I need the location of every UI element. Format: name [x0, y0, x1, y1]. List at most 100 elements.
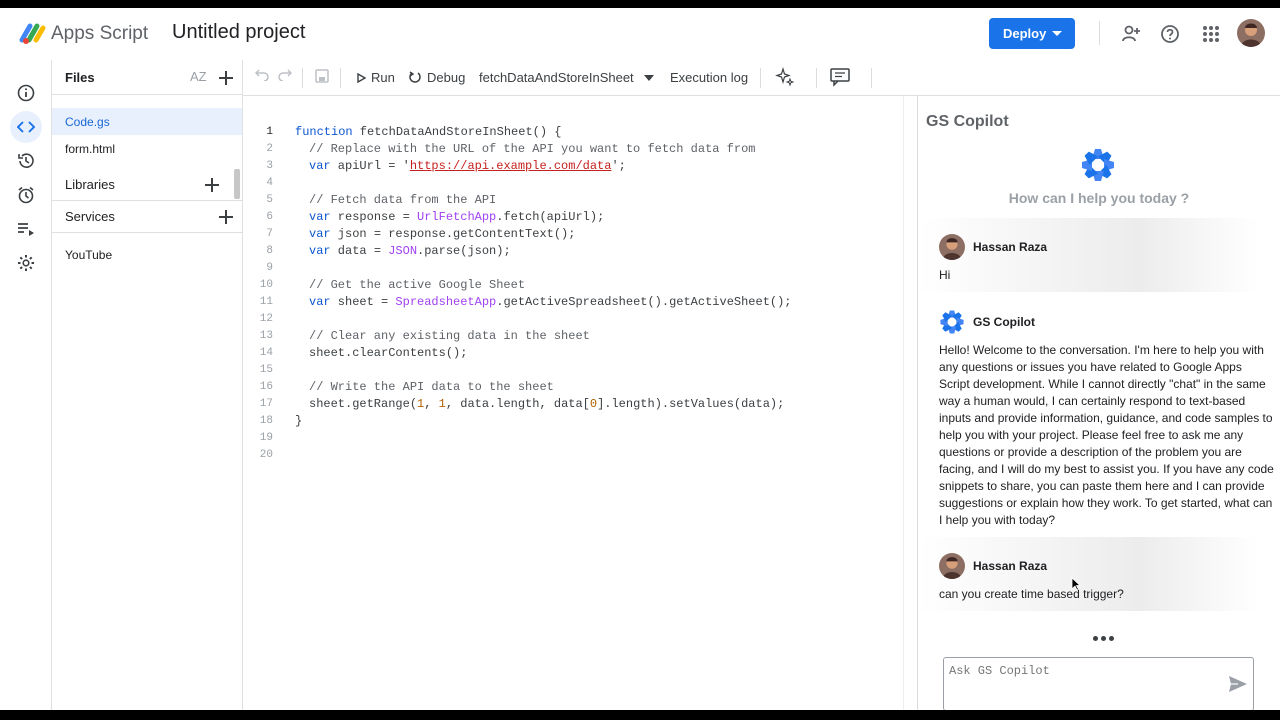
apps-grid-icon[interactable] [1199, 22, 1223, 46]
code-line: 19 [243, 429, 903, 446]
toolbar-divider [340, 68, 341, 88]
code-token[interactable]: https://api.example.com/data [410, 159, 612, 173]
message-author: Hassan Raza [973, 559, 1048, 573]
line-number: 7 [266, 227, 273, 240]
code-line: 2 // Replace with the URL of the API you … [243, 140, 903, 157]
line-number: 17 [259, 397, 273, 410]
triggers-icon[interactable] [10, 179, 42, 211]
code-token: var [309, 158, 331, 173]
toolbar-divider [760, 68, 761, 88]
undo-icon[interactable] [255, 69, 269, 81]
history-icon[interactable] [10, 145, 42, 177]
debug-button[interactable]: Debug [409, 70, 465, 85]
message-author: Hassan Raza [973, 240, 1048, 254]
code-token: var [309, 226, 331, 241]
chevron-down-icon [1052, 31, 1062, 36]
line-number: 4 [266, 176, 273, 189]
account-avatar[interactable] [1237, 19, 1265, 47]
execution-log-button[interactable]: Execution log [670, 70, 748, 85]
mouse-cursor-icon [1071, 577, 1081, 591]
info-icon[interactable] [10, 77, 42, 109]
code-token: // Fetch data from the API [309, 192, 497, 207]
file-item-code-gs[interactable]: Code.gs [52, 108, 242, 135]
help-icon[interactable] [1158, 22, 1182, 46]
line-number: 10 [259, 278, 273, 291]
code-token: response = [330, 209, 418, 224]
code-token: UrlFetchApp [417, 209, 497, 224]
code-token: sheet.clearContents(); [309, 345, 468, 360]
code-line: 12 [243, 310, 903, 327]
code-line: 10 // Get the active Google Sheet [243, 276, 903, 293]
code-line: 15 [243, 361, 903, 378]
message-header: GS Copilot [939, 309, 1259, 335]
add-service-icon[interactable] [219, 210, 233, 224]
code-token: 0 [589, 396, 598, 411]
code-token: .getActiveSpreadsheet().getActiveSheet()… [496, 294, 792, 309]
apps-script-logo [19, 23, 46, 44]
service-item-youtube[interactable]: YouTube [65, 248, 112, 262]
message-text: Hello! Welcome to the conversation. I'm … [939, 343, 1274, 527]
editor-toolbar: Run Debug fetchDataAndStoreInSheet Execu… [243, 60, 1280, 96]
code-line: 13 // Clear any existing data in the shee… [243, 327, 903, 344]
add-library-icon[interactable] [205, 178, 219, 192]
code-editor[interactable]: 1 function fetchDataAndStoreInSheet() { 2… [243, 96, 917, 710]
code-token: var [309, 209, 331, 224]
code-token: , data.length, data[ [445, 396, 590, 411]
deploy-button[interactable]: Deploy [989, 18, 1075, 49]
save-icon[interactable] [315, 69, 329, 83]
files-scrollbar[interactable] [234, 169, 240, 199]
code-line: 16 // Write the API data to the sheet [243, 378, 903, 395]
copilot-input[interactable] [943, 657, 1254, 710]
line-number: 18 [259, 414, 273, 427]
code-line: 6 var response = UrlFetchApp.fetch(apiUrl… [243, 208, 903, 225]
chat-icon[interactable] [829, 67, 851, 87]
code-token: var [309, 294, 331, 309]
code-token: fetchDataAndStoreInSheet() { [352, 124, 562, 139]
code-token: sheet = [330, 294, 396, 309]
line-number: 20 [259, 448, 273, 461]
code-line: 5 // Fetch data from the API [243, 191, 903, 208]
code-token: .fetch(apiUrl); [496, 209, 605, 224]
copilot-logo-icon [1082, 149, 1114, 181]
code-token: // Clear any existing data in the sheet [309, 328, 590, 343]
line-number: 19 [259, 431, 273, 444]
code-icon[interactable] [10, 111, 42, 143]
sort-az-icon[interactable]: AZ [190, 69, 207, 84]
send-icon[interactable] [1228, 675, 1248, 693]
libraries-label: Libraries [65, 177, 115, 192]
code-line: 14 sheet.clearContents(); [243, 344, 903, 361]
code-token: ].length).setValues(data); [597, 396, 785, 411]
libraries-row: Libraries [52, 169, 242, 201]
user-avatar [939, 553, 965, 579]
line-number: 16 [259, 380, 273, 393]
editor-scrollbar[interactable] [903, 96, 917, 710]
line-number: 13 [259, 329, 273, 342]
line-number: 6 [266, 210, 273, 223]
line-number: 8 [266, 244, 273, 257]
add-file-icon[interactable] [219, 71, 233, 85]
message-author: GS Copilot [973, 315, 1035, 329]
copilot-title: GS Copilot [926, 113, 1009, 130]
share-person-icon[interactable] [1119, 22, 1143, 46]
line-number: 11 [259, 295, 273, 308]
function-select[interactable]: fetchDataAndStoreInSheet [479, 70, 654, 85]
file-item-form-html[interactable]: form.html [52, 135, 242, 162]
line-number: 5 [266, 193, 273, 206]
sparkle-icon[interactable] [775, 67, 795, 87]
code-line: 17 sheet.getRange(1, 1, data.length, data… [243, 395, 903, 412]
code-line: 18} [243, 412, 903, 429]
message-text: Hi [939, 268, 951, 282]
redo-icon[interactable] [278, 69, 292, 81]
code-token: SpreadsheetApp [395, 294, 497, 309]
line-number: 9 [266, 261, 273, 274]
copilot-logo-icon [940, 310, 964, 334]
code-line: 1 function fetchDataAndStoreInSheet() { [243, 123, 903, 140]
app-name[interactable]: Apps Script [51, 23, 148, 45]
run-button[interactable]: Run [357, 70, 395, 85]
executions-icon[interactable] [10, 213, 42, 245]
settings-icon[interactable] [10, 247, 42, 279]
project-title[interactable]: Untitled project [172, 21, 305, 44]
code-token: function [295, 124, 353, 139]
typing-indicator [1093, 636, 1114, 641]
code-line: 3 var apiUrl = 'https://api.example.com/d… [243, 157, 903, 174]
